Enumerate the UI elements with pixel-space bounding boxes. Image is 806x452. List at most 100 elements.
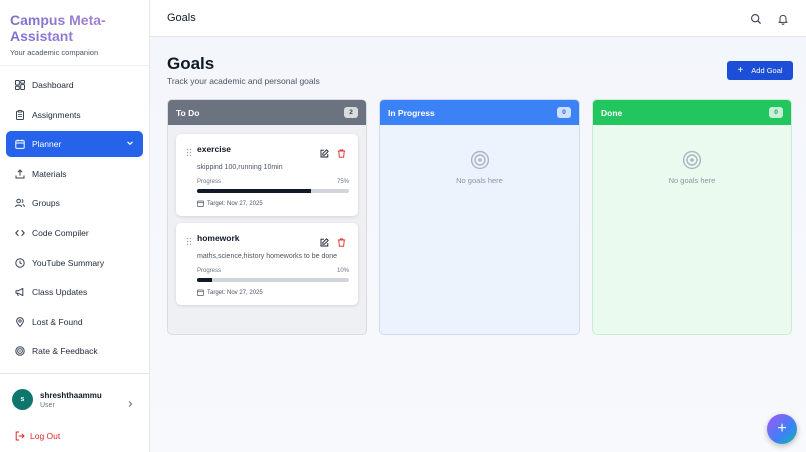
plus-icon: + (737, 64, 744, 76)
target-icon (15, 346, 25, 357)
goal-card[interactable]: exercise skippind 100,running 10min Prog… (176, 134, 358, 216)
column-header: In Progress 0 (380, 100, 579, 125)
trash-icon[interactable] (337, 145, 346, 158)
progress-fill (197, 278, 213, 282)
column-count-badge: 0 (557, 107, 571, 118)
upload-icon (15, 169, 25, 179)
calendar-icon (197, 289, 204, 296)
bell-icon[interactable] (777, 12, 789, 25)
chevron-right-icon[interactable] (126, 395, 134, 407)
column-todo: To Do 2 exercise skippind 100,running 10… (167, 99, 367, 335)
map-pin-icon (15, 316, 25, 327)
sidebar-item-lost-found[interactable]: Lost & Found (6, 309, 143, 335)
plus-icon: + (777, 420, 787, 437)
calendar-icon (15, 139, 25, 150)
progress-label: Progress (197, 268, 222, 274)
users-icon (15, 198, 25, 208)
sidebar-item-label: Materials (32, 168, 67, 179)
column-done: Done 0 No goals here (592, 99, 792, 335)
user-profile[interactable]: s shreshthaammu User (12, 389, 138, 410)
drag-handle-icon[interactable] (186, 233, 192, 246)
sidebar-item-label: Planner (32, 139, 62, 150)
target-icon (682, 150, 702, 170)
progress-percent: 10% (336, 268, 349, 274)
goal-target-date: Target: Nov 27, 2025 (197, 200, 263, 207)
empty-state: No goals here (380, 150, 579, 185)
drag-handle-icon[interactable] (186, 144, 192, 157)
column-header: To Do 2 (168, 100, 366, 125)
sidebar-item-label: Dashboard (32, 80, 74, 90)
progress-bar (197, 189, 349, 193)
floating-add-button[interactable]: + (767, 414, 797, 444)
column-title: To Do (176, 107, 200, 118)
trash-icon[interactable] (337, 234, 346, 247)
chevron-down-icon[interactable] (126, 139, 134, 147)
goal-description: skippind 100,running 10min (197, 164, 283, 171)
sidebar-item-label: Code Compiler (32, 227, 89, 238)
sidebar-item-label: Lost & Found (32, 316, 83, 327)
user-role: User (40, 401, 55, 409)
logout-icon (15, 431, 25, 441)
column-title: In Progress (388, 107, 435, 118)
empty-state-text: No goals here (456, 176, 503, 185)
sidebar-item-label: Class Updates (32, 287, 88, 298)
goal-target-date: Target: Nov 27, 2025 (197, 289, 263, 296)
empty-state-text: No goals here (668, 176, 716, 185)
sidebar-item-dashboard[interactable]: Dashboard (6, 72, 143, 98)
clock-icon (15, 257, 25, 268)
progress-bar (197, 278, 349, 282)
code-icon (15, 228, 25, 238)
sidebar-item-materials[interactable]: Materials (6, 161, 143, 187)
goal-title: homework (197, 233, 240, 243)
sidebar-item-assignments[interactable]: Assignments (6, 102, 143, 128)
edit-icon[interactable] (320, 145, 329, 158)
sidebar-item-label: Assignments (32, 109, 81, 120)
add-goal-label: Add Goal (751, 66, 783, 75)
goal-date-text: Target: Nov 27, 2025 (207, 289, 263, 296)
logout-label: Log Out (30, 431, 61, 441)
progress-percent: 75% (336, 179, 349, 185)
goal-title: exercise (197, 144, 232, 154)
brand: Campus Meta-Assistant Your academic comp… (0, 0, 149, 66)
column-count-badge: 0 (769, 107, 783, 118)
sidebar-item-rate-feedback[interactable]: Rate & Feedback (6, 338, 143, 364)
sidebar-item-groups[interactable]: Groups (6, 190, 143, 216)
column-count-badge: 2 (344, 107, 358, 118)
goal-date-text: Target: Nov 27, 2025 (207, 200, 263, 207)
top-header: Goals (150, 0, 806, 37)
sidebar-footer: s shreshthaammu User Log Out (0, 373, 150, 452)
sidebar-item-label: Groups (32, 198, 60, 209)
avatar: s (12, 389, 33, 410)
sidebar-item-planner[interactable]: Planner (6, 131, 143, 158)
main-content: Goals Track your academic and personal g… (150, 37, 806, 452)
sidebar-item-youtube-summary[interactable]: YouTube Summary (6, 250, 143, 276)
sidebar-item-label: Rate & Feedback (32, 346, 98, 357)
brand-title: Campus Meta-Assistant (10, 12, 139, 44)
column-in-progress: In Progress 0 No goals here (379, 99, 580, 335)
megaphone-icon (15, 287, 25, 297)
clipboard-icon (15, 109, 25, 120)
edit-icon[interactable] (320, 234, 329, 247)
sidebar: Campus Meta-Assistant Your academic comp… (0, 0, 150, 452)
logout-button[interactable]: Log Out (15, 431, 60, 441)
goal-description: maths,science,history homeworks to be do… (197, 253, 338, 260)
page-title: Goals (167, 54, 215, 73)
progress-label: Progress (197, 179, 222, 185)
sidebar-item-code-compiler[interactable]: Code Compiler (6, 220, 143, 246)
target-icon (470, 150, 490, 170)
goal-card[interactable]: homework maths,science,history homeworks… (176, 223, 358, 305)
user-name: shreshthaammu (40, 390, 102, 400)
page-subtitle: Track your academic and personal goals (167, 76, 320, 86)
sidebar-nav: Dashboard Assignments Planner Materials … (0, 66, 149, 364)
search-icon[interactable] (750, 12, 762, 25)
column-header: Done 0 (593, 100, 791, 125)
brand-subtitle: Your academic companion (10, 48, 99, 57)
header-title: Goals (167, 12, 196, 24)
calendar-icon (197, 200, 204, 207)
progress-fill (197, 189, 311, 193)
add-goal-button[interactable]: + Add Goal (727, 61, 793, 80)
empty-state: No goals here (593, 150, 791, 185)
dashboard-icon (15, 80, 25, 90)
sidebar-item-label: YouTube Summary (32, 257, 105, 268)
sidebar-item-class-updates[interactable]: Class Updates (6, 279, 143, 305)
